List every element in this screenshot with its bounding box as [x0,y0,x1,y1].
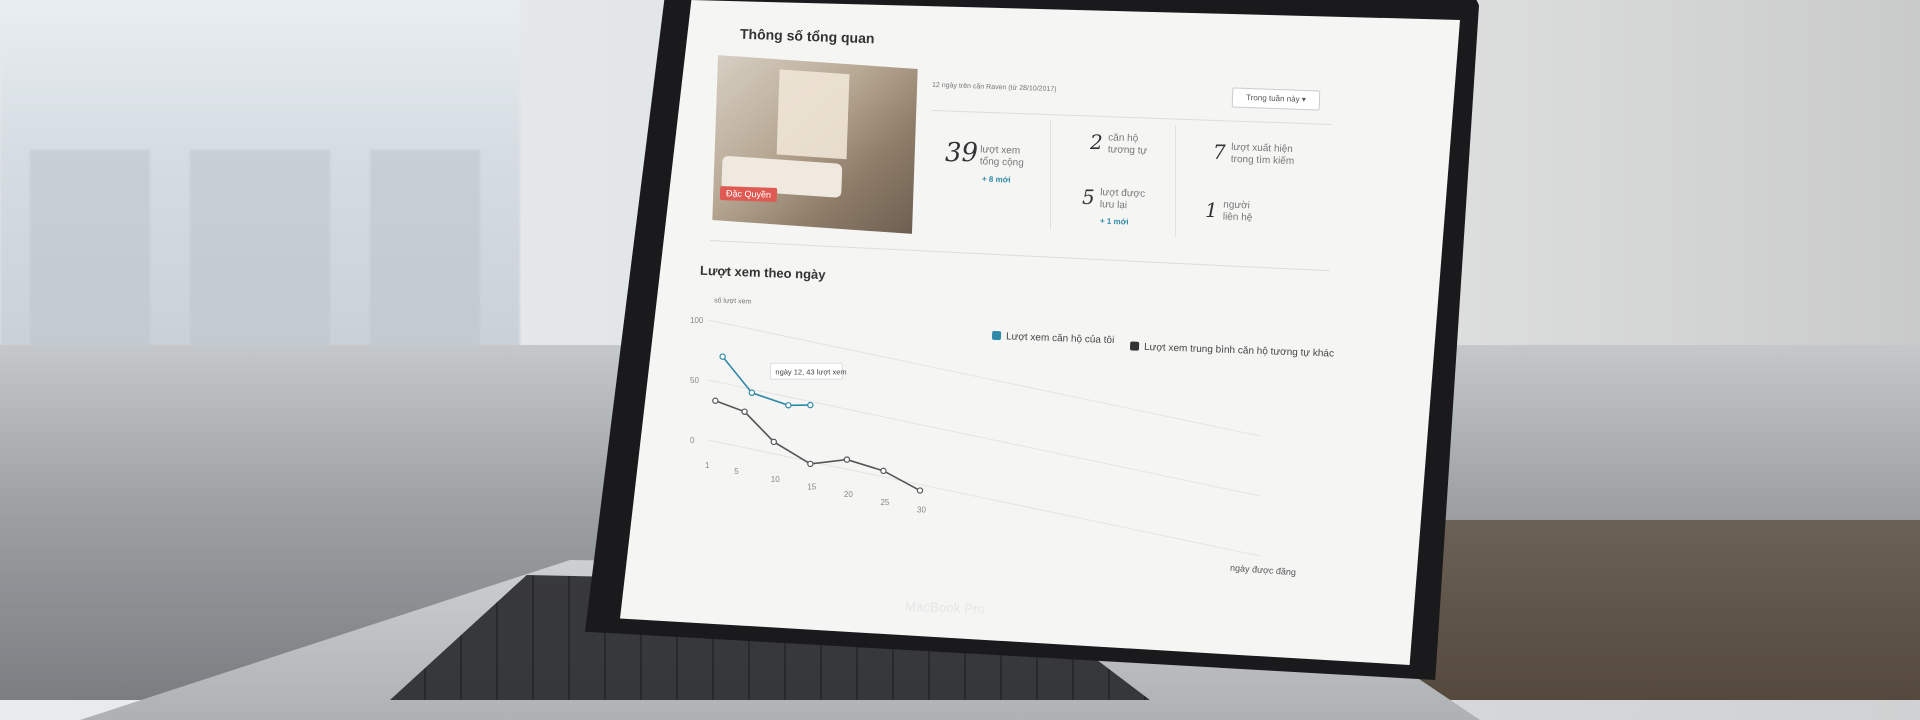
y-tick-label: 100 [690,316,704,325]
data-point [807,401,814,409]
data-point [719,353,726,360]
tooltip-text: ngày 12, 43 lượt xem [775,367,846,376]
data-point [916,487,924,494]
y-tick-label: 50 [690,376,699,385]
x-tick-label: 20 [844,490,853,499]
data-point [770,438,777,446]
gridline [707,379,1261,497]
x-tick-label: 5 [734,467,739,476]
y-tick-label: 0 [690,436,695,445]
laptop-screen: Thông số tổng quan Đặc Quyền 12 ngày trê… [620,0,1460,665]
laptop-brand-label: MacBook Pro [904,598,986,617]
data-point [785,402,792,409]
line-chart: 050100151015202530ngày 12, 43 lượt xem [690,316,1261,557]
wooden-shelf [1400,520,1920,700]
x-tick-label: 25 [880,498,889,507]
gridline [707,439,1261,557]
background-window [0,0,520,385]
x-tick-label: 15 [807,482,816,491]
x-tick-label: 1 [705,461,710,470]
data-point [712,397,719,404]
data-point [807,460,814,468]
data-point [748,389,756,397]
x-tick-label: 30 [917,506,926,515]
window-pane [370,150,480,350]
data-point [741,408,748,415]
data-point [843,456,851,463]
window-pane [190,150,330,350]
data-point [880,467,887,475]
x-tick-label: 10 [771,475,780,484]
window-pane [30,150,150,350]
